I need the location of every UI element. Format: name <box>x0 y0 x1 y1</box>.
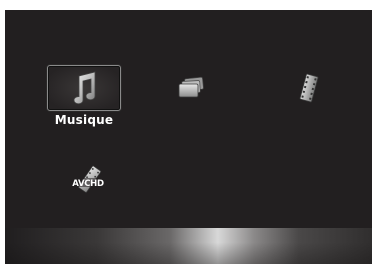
avchd-menu-item[interactable]: AVCHD <box>65 162 109 200</box>
photos-menu-item[interactable] <box>177 76 207 100</box>
reflective-floor <box>5 228 372 264</box>
avchd-icon: AVCHD <box>69 165 107 193</box>
video-menu-item[interactable] <box>296 72 322 104</box>
film-strip-icon <box>299 73 319 103</box>
music-menu-label: Musique <box>54 113 114 127</box>
photos-icon <box>178 76 204 98</box>
music-menu-item[interactable] <box>47 65 121 111</box>
music-note-icon <box>73 71 96 105</box>
avchd-logo-text: AVCHD <box>72 179 104 189</box>
media-menu-screen: Musique AVCHD <box>5 10 372 264</box>
